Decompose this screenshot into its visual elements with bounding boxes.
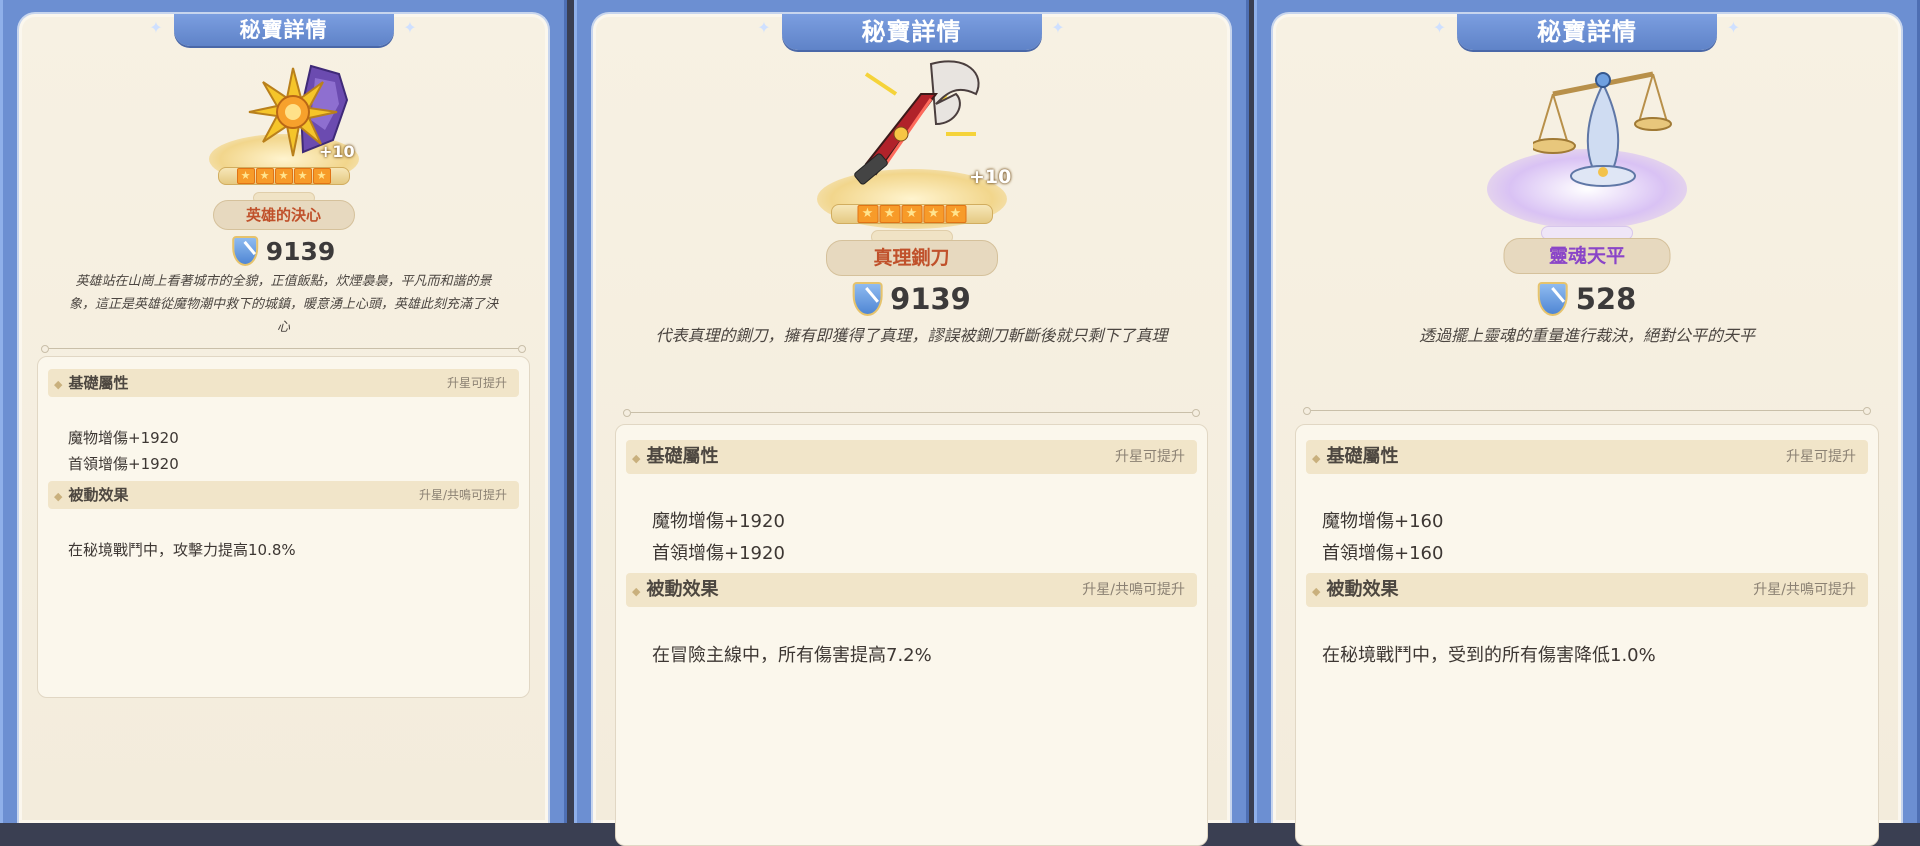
upgrade-hint: 升星可提升 [446,376,507,390]
sparkle-icon: ✦ [1051,18,1066,37]
attribute-line: 首領增傷+1920 [652,543,785,564]
treasure-detail-panel-2: ✦ 秘寶詳情 ✦ ★ ★ ★ ★ ★ +10 真理鍘刀 9139 代表真理的鍘刀… [574,0,1249,846]
diamond-icon: ◆ [54,490,63,503]
panel-title-text: 秘寶詳情 [239,18,328,42]
star-icon: ★ [945,205,966,223]
panel-title-text: 秘寶詳情 [861,18,962,46]
star-icon: ★ [274,168,293,184]
upgrade-hint: 升星/共鳴可提升 [1753,582,1856,598]
treasure-name: 真理鍘刀 [825,240,998,276]
star-icon: ★ [255,168,274,184]
diamond-icon: ◆ [632,452,641,465]
treasure-name: 靈魂天平 [1503,238,1671,274]
basic-attributes-header: ◆ 基礎屬性 升星可提升 [48,369,519,397]
sparkle-icon: ✦ [149,18,164,37]
diamond-icon: ◆ [632,585,641,598]
soul-scale-icon [1530,54,1673,204]
diamond-icon: ◆ [54,378,63,391]
star-icon: ★ [857,205,878,223]
attribute-box: ◆ 基礎屬性 升星可提升 魔物增傷+1920 首領增傷+1920 ◆ 被動效果 升星… [615,424,1208,846]
passive-effect-header: ◆ 被動效果 升星/共鳴可提升 [626,573,1197,607]
power-score-value: 9139 [890,282,971,316]
section-title: 被動效果 [646,579,719,600]
power-score: 9139 [852,282,971,316]
section-title: 被動效果 [68,486,129,504]
panel-background: ✦ 秘寶詳情 ✦ ★ ★ ★ ★ ★ +10 英雄的決心 9139 英雄站在山崗… [17,12,550,823]
panel-title-text: 秘寶詳情 [1537,18,1637,46]
diamond-icon: ◆ [1312,452,1321,465]
basic-attributes-header: ◆ 基礎屬性 升星可提升 [1306,440,1868,474]
divider [1303,407,1871,415]
panel-background: ✦ 秘寶詳情 ✦ 靈魂天平 528 透過擺上靈魂的重量進行裁決，絕對公平的天平 … [1271,12,1903,846]
section-title: 被動效果 [1326,579,1399,600]
passive-line: 在冒險主線中，所有傷害提高7.2% [652,645,932,666]
treasure-detail-panel-3: ✦ 秘寶詳情 ✦ 靈魂天平 528 透過擺上靈魂的重量進行裁決，絕對公平的天平 … [1254,0,1920,846]
attribute-box: ◆ 基礎屬性 升星可提升 魔物增傷+1920 首領增傷+1920 ◆ 被動效果 升星… [37,356,530,698]
passive-effect-header: ◆ 被動效果 升星/共鳴可提升 [48,481,519,509]
star-icon: ★ [901,205,922,223]
attribute-line: 首領增傷+1920 [68,455,179,473]
power-score-value: 9139 [265,236,336,266]
sparkle-icon: ✦ [1726,18,1742,37]
power-score: 9139 [231,236,336,266]
power-score-value: 528 [1575,282,1637,316]
star-icon: ★ [236,168,255,184]
sparkle-icon: ✦ [757,18,772,37]
treasure-detail-panel-1: ✦ 秘寶詳情 ✦ ★ ★ ★ ★ ★ +10 英雄的決心 9139 英雄站在山崗… [0,0,567,823]
attribute-line: 魔物增傷+1920 [68,429,179,447]
section-title: 基礎屬性 [646,446,719,467]
passive-effect-header: ◆ 被動效果 升星/共鳴可提升 [1306,573,1868,607]
divider [623,409,1200,417]
power-score: 528 [1537,282,1637,316]
upgrade-hint: 升星/共鳴可提升 [1082,582,1185,598]
section-title: 基礎屬性 [1326,446,1399,467]
panel-title: ✦ 秘寶詳情 ✦ [757,14,1065,50]
attribute-line: 魔物增傷+1920 [652,511,785,532]
panel-background: ✦ 秘寶詳情 ✦ ★ ★ ★ ★ ★ +10 真理鍘刀 9139 代表真理的鍘刀… [591,12,1232,846]
attribute-line: 首領增傷+160 [1322,543,1444,564]
basic-attributes-header: ◆ 基礎屬性 升星可提升 [626,440,1197,474]
upgrade-hint: 升星可提升 [1786,449,1856,465]
star-icon: ★ [879,205,900,223]
treasure-description: 透過擺上靈魂的重量進行裁決，絕對公平的天平 [1418,326,1755,345]
treasure-description: 代表真理的鍘刀，擁有即獲得了真理，謬誤被鍘刀斬斷後就只剩下了真理 [655,326,1168,345]
upgrade-hint: 升星可提升 [1115,449,1185,465]
upgrade-hint: 升星/共鳴可提升 [418,488,507,502]
shield-icon [1537,282,1568,316]
star-icon: ★ [923,205,944,223]
star-rating: ★ ★ ★ ★ ★ [857,205,966,223]
passive-line: 在秘境戰鬥中，攻擊力提高10.8% [68,541,296,559]
passive-line: 在秘境戰鬥中，受到的所有傷害降低1.0% [1322,645,1656,666]
sparkle-icon: ✦ [1432,18,1448,37]
shield-icon [231,236,258,266]
attribute-box: ◆ 基礎屬性 升星可提升 魔物增傷+160 首領增傷+160 ◆ 被動效果 升星/共… [1295,424,1879,846]
enhance-level: +10 [969,166,1012,188]
star-icon: ★ [312,168,331,184]
section-title: 基礎屬性 [68,374,129,392]
attribute-line: 魔物增傷+160 [1322,511,1444,532]
diamond-icon: ◆ [1312,585,1321,598]
sparkle-icon: ✦ [403,18,418,37]
shield-icon [852,282,883,316]
panel-title: ✦ 秘寶詳情 ✦ [1433,14,1740,50]
star-icon: ★ [293,168,312,184]
treasure-description: 英雄站在山崗上看著城市的全貌，正值飯點，炊煙裊裊，平凡而和諧的景象，這正是英雄從… [69,274,499,335]
star-rating: ★ ★ ★ ★ ★ [236,168,331,184]
treasure-name: 英雄的決心 [212,200,355,230]
enhance-level: +10 [319,142,355,161]
divider [41,345,526,353]
panel-title: ✦ 秘寶詳情 ✦ [149,14,417,46]
